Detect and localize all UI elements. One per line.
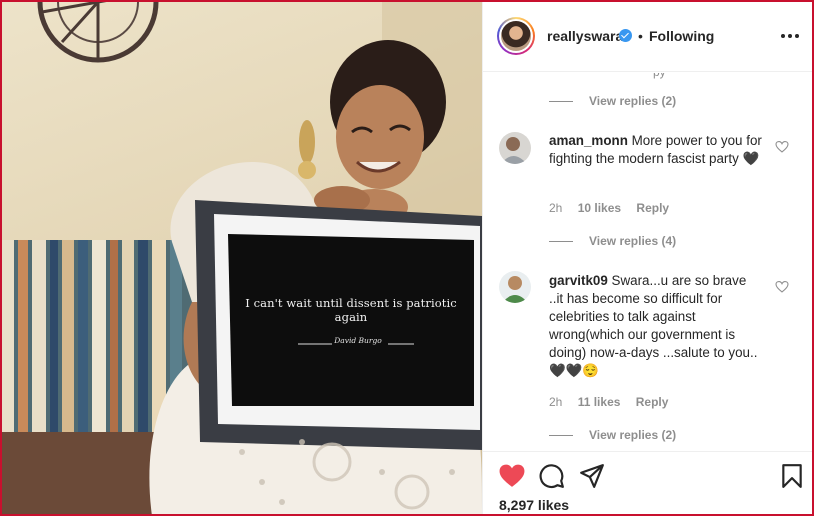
comment-body: Swara...u are so brave ..it has become s…: [549, 273, 758, 378]
replies-line: [549, 435, 573, 437]
quote-frame: [195, 200, 482, 450]
post-side-panel: reallyswara • Following py View replies …: [482, 2, 812, 514]
clipped-comment-fragment: py: [653, 73, 666, 79]
verified-badge-icon: [619, 29, 632, 42]
following-button[interactable]: Following: [649, 28, 714, 44]
comment-likes[interactable]: 10 likes: [578, 201, 621, 215]
comment-username[interactable]: garvitk09: [549, 273, 608, 288]
bookmark-icon[interactable]: [779, 463, 805, 489]
comment-icon[interactable]: [539, 463, 565, 489]
comment-reply-button[interactable]: Reply: [636, 395, 669, 409]
comment-text: aman_monn More power to you for fighting…: [549, 132, 763, 168]
view-replies-button[interactable]: View replies (2): [549, 428, 676, 442]
avatar-image: [501, 21, 531, 51]
replies-line: [549, 101, 573, 103]
profile-avatar[interactable]: [497, 17, 535, 55]
view-replies-button[interactable]: View replies (4): [549, 234, 676, 248]
comment-meta: 2h 11 likes Reply: [549, 395, 680, 409]
comment-like-icon[interactable]: [775, 281, 789, 293]
window-frame: I can't wait until dissent is patriotic …: [0, 0, 814, 516]
comment-time: 2h: [549, 395, 563, 409]
quote-author: David Burgo: [334, 336, 382, 345]
replies-line: [549, 241, 573, 243]
comment-text: garvitk09 Swara...u are so brave ..it ha…: [549, 272, 763, 380]
view-replies-button[interactable]: View replies (2): [549, 94, 676, 108]
photo-illustration: [2, 2, 482, 514]
comment-reply-button[interactable]: Reply: [636, 201, 669, 215]
comment-time: 2h: [549, 201, 563, 215]
post-photo[interactable]: I can't wait until dissent is patriotic …: [2, 2, 482, 514]
comment-avatar[interactable]: [499, 271, 531, 303]
likes-count[interactable]: 8,297 likes: [499, 497, 569, 513]
share-icon[interactable]: [579, 463, 605, 489]
profile-username[interactable]: reallyswara: [547, 28, 623, 44]
post-header: reallyswara • Following: [483, 2, 812, 72]
wagon-wheel-decoration: [37, 2, 159, 63]
quote-text: I can't wait until dissent is patriotic …: [245, 296, 457, 324]
comment-username[interactable]: aman_monn: [549, 133, 628, 148]
header-separator: •: [638, 28, 643, 44]
comment-likes[interactable]: 11 likes: [578, 395, 621, 409]
comment-like-icon[interactable]: [775, 141, 789, 153]
comments-list[interactable]: py View replies (2) aman_monn More power…: [483, 73, 812, 451]
comment-meta: 2h 10 likes Reply: [549, 201, 681, 215]
comment-avatar[interactable]: [499, 132, 531, 164]
heart-filled-icon[interactable]: [499, 463, 525, 489]
more-options-icon[interactable]: [779, 28, 803, 44]
post-actions-bar: 8,297 likes: [483, 451, 812, 514]
